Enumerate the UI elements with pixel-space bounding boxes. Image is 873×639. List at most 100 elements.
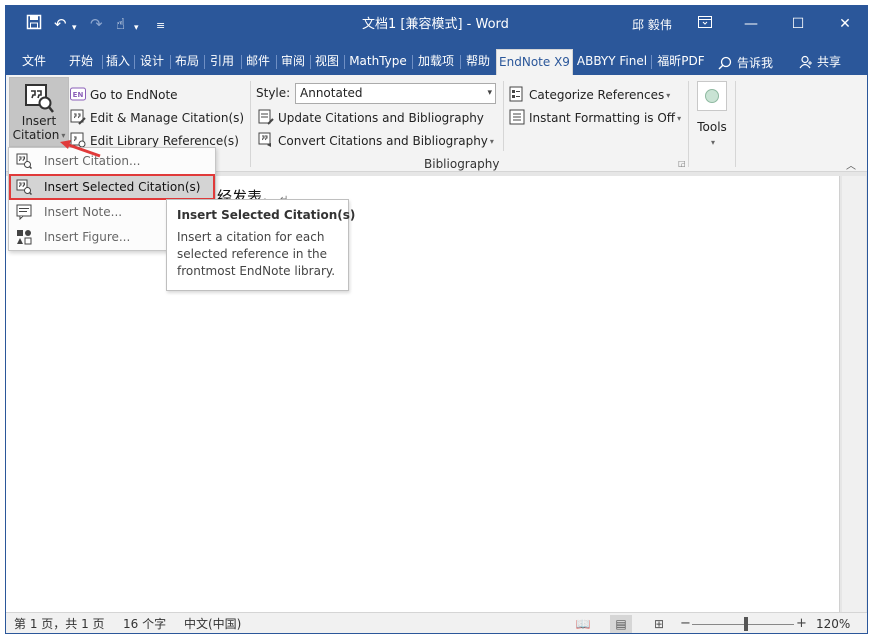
style-select-value: Annotated (300, 86, 363, 100)
undo-dropdown-icon[interactable]: ▾ (72, 18, 77, 38)
tab-separator (276, 55, 277, 69)
edit-citation-icon (70, 109, 86, 125)
tab-home[interactable]: 开始 (64, 49, 98, 75)
tools-label: Tools (697, 120, 727, 134)
tab-separator (204, 55, 205, 69)
window-title: 文档1 [兼容模式] - Word (362, 17, 509, 32)
tab-abbyy[interactable]: ABBYY Finel (575, 49, 649, 75)
vertical-scrollbar[interactable] (842, 176, 866, 612)
tools-icon (697, 81, 727, 111)
insert-citation-button[interactable]: Insert Citation ▾ (9, 77, 69, 147)
instant-formatting-button[interactable]: Instant Formatting is Off ▾ (509, 108, 681, 128)
language-indicator[interactable]: 中文(中国) (184, 616, 241, 632)
convert-citations-icon (258, 132, 271, 147)
minimize-icon[interactable]: — (739, 12, 763, 36)
redo-icon[interactable]: ↷ (90, 14, 103, 34)
user-name[interactable]: 邱 毅伟 (632, 16, 672, 34)
endnote-logo-icon: EN (70, 87, 86, 101)
group-separator (735, 81, 736, 167)
tab-design[interactable]: 设计 (137, 49, 167, 75)
tab-mathtype[interactable]: MathType (346, 49, 410, 75)
update-citations-button[interactable]: Update Citations and Bibliography (258, 108, 484, 128)
annotation-arrow-icon (60, 140, 101, 158)
zoom-slider-thumb[interactable] (744, 617, 748, 631)
zoom-in-button[interactable]: + (796, 616, 807, 632)
categorize-references-button[interactable]: Categorize References ▾ (509, 85, 670, 105)
tab-separator (310, 55, 311, 69)
tab-file[interactable]: 文件 (16, 49, 52, 75)
edit-manage-citations-button[interactable]: Edit & Manage Citation(s) (70, 108, 244, 128)
share-label: 共享 (817, 55, 842, 69)
bibliography-group-label: Bibliography (424, 157, 500, 171)
page-count[interactable]: 第 1 页，共 1 页 (14, 616, 105, 632)
zoom-slider[interactable] (692, 624, 794, 625)
group-separator (250, 81, 251, 167)
tab-layout[interactable]: 布局 (172, 49, 202, 75)
web-layout-icon[interactable]: ⊞ (648, 615, 670, 633)
tooltip-title: Insert Selected Citation(s) (177, 208, 356, 222)
status-bar: 第 1 页，共 1 页 16 个字 中文(中国) 📖 ▤ ⊞ − + 120% (6, 612, 867, 633)
style-select[interactable]: Annotated ▾ (295, 83, 496, 104)
tab-separator (241, 55, 242, 69)
tab-separator (344, 55, 345, 69)
tab-separator (134, 55, 135, 69)
update-citations-icon (258, 109, 274, 125)
tell-me-search[interactable]: 告诉我 (718, 55, 773, 71)
tab-separator (102, 55, 103, 69)
convert-citations-button[interactable]: Convert Citations and Bibliography ▾ (258, 131, 494, 151)
insert-citation-label-1: Insert (21, 114, 57, 128)
insert-citation-icon (16, 153, 32, 169)
ribbon-display-options-icon[interactable] (693, 12, 717, 36)
insert-figure-icon (17, 230, 32, 245)
search-icon (718, 56, 732, 70)
close-icon[interactable]: ✕ (833, 12, 857, 36)
categorize-icon (509, 86, 523, 102)
group-separator (503, 81, 504, 151)
word-window: ↶ ▾ ↷ ☝ ▾ ≡ 文档1 [兼容模式] - Word 邱 毅伟 — ☐ ✕… (5, 5, 868, 634)
touch-mode-icon[interactable]: ☝ (116, 14, 125, 34)
share-button[interactable]: 共享 (799, 54, 841, 70)
insert-selected-citation-icon (16, 179, 32, 195)
tools-button[interactable]: Tools ▾ (694, 79, 730, 153)
insert-citation-icon (25, 84, 54, 113)
word-count[interactable]: 16 个字 (123, 616, 166, 632)
touch-dropdown-icon[interactable]: ▾ (134, 18, 139, 38)
collapse-ribbon-icon[interactable]: ︿ (846, 157, 856, 172)
tooltip-body: Insert a citation for each selected refe… (177, 230, 336, 278)
tab-help[interactable]: 帮助 (462, 49, 494, 75)
tab-view[interactable]: 视图 (312, 49, 342, 75)
read-mode-icon[interactable]: 📖 (572, 615, 594, 633)
tab-separator (460, 55, 461, 69)
customize-qat-icon[interactable]: ≡ (156, 16, 165, 36)
menu-item-insert-citation[interactable]: Insert Citation... (10, 149, 214, 173)
tab-insert[interactable]: 插入 (104, 49, 132, 75)
tab-separator (412, 55, 413, 69)
menu-item-insert-selected-citations[interactable]: Insert Selected Citation(s) (9, 174, 215, 200)
tab-addins[interactable]: 加载项 (414, 49, 458, 75)
save-icon[interactable] (26, 14, 42, 35)
zoom-level[interactable]: 120% (816, 616, 850, 632)
person-icon (799, 55, 812, 69)
go-to-endnote-button[interactable]: EN Go to EndNote (70, 85, 178, 105)
tab-separator (170, 55, 171, 69)
ribbon-tabs: 文件 开始 插入 设计 布局 引用 邮件 审阅 视图 MathType 加载项 … (6, 43, 867, 75)
tooltip: Insert Selected Citation(s) Insert a cit… (166, 199, 356, 291)
tab-review[interactable]: 审阅 (278, 49, 308, 75)
style-label: Style: (256, 86, 291, 100)
tab-foxit-pdf[interactable]: 福昕PDF (653, 49, 709, 75)
tab-mailings[interactable]: 邮件 (243, 49, 273, 75)
undo-icon[interactable]: ↶ (54, 14, 67, 34)
maximize-icon[interactable]: ☐ (786, 12, 810, 36)
chevron-down-icon: ▾ (487, 88, 492, 98)
svg-text:EN: EN (73, 91, 84, 99)
dialog-launcher-icon[interactable]: ◲ (678, 159, 686, 168)
chevron-down-icon: ▾ (710, 138, 715, 147)
instant-formatting-icon (509, 109, 525, 125)
tab-separator (651, 55, 652, 69)
group-separator (688, 81, 689, 167)
tab-references[interactable]: 引用 (206, 49, 238, 75)
tab-endnote[interactable]: EndNote X9 (496, 49, 573, 75)
zoom-out-button[interactable]: − (680, 616, 691, 632)
print-layout-icon[interactable]: ▤ (610, 615, 632, 633)
title-bar: ↶ ▾ ↷ ☝ ▾ ≡ 文档1 [兼容模式] - Word 邱 毅伟 — ☐ ✕ (6, 6, 867, 43)
